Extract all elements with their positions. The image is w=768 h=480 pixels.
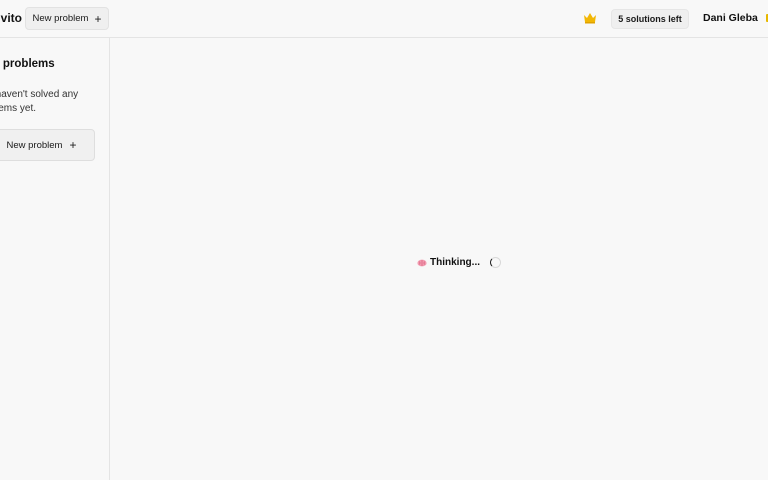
thinking-status: Thinking... bbox=[417, 257, 501, 268]
plus-icon: + bbox=[69, 138, 77, 152]
user-name[interactable]: Dani Gleba bbox=[703, 12, 758, 24]
new-problem-button[interactable]: New problem + bbox=[25, 7, 109, 30]
plus-icon: + bbox=[94, 11, 102, 26]
new-problem-label: New problem bbox=[32, 13, 89, 24]
sidebar-new-problem-button[interactable]: New problem + bbox=[0, 129, 95, 161]
loading-spinner bbox=[490, 257, 501, 268]
main-content: Thinking... bbox=[110, 38, 768, 480]
sidebar: Solved problems You haven't solved any p… bbox=[0, 38, 110, 480]
sidebar-title: Solved problems bbox=[0, 58, 55, 70]
thinking-text: Thinking... bbox=[430, 257, 480, 268]
empty-state-message: You haven't solved any problems yet. bbox=[0, 89, 79, 114]
app-brand[interactable]: Solvito bbox=[0, 11, 22, 25]
crown-icon[interactable] bbox=[583, 12, 597, 24]
solutions-left-text: 5 solutions left bbox=[618, 14, 682, 24]
solutions-left-badge[interactable]: 5 solutions left bbox=[611, 9, 689, 29]
sidebar-new-problem-label: New problem bbox=[6, 139, 63, 151]
brain-icon bbox=[417, 259, 427, 266]
top-bar: Solvito New problem + 5 solutions left D… bbox=[0, 0, 768, 38]
